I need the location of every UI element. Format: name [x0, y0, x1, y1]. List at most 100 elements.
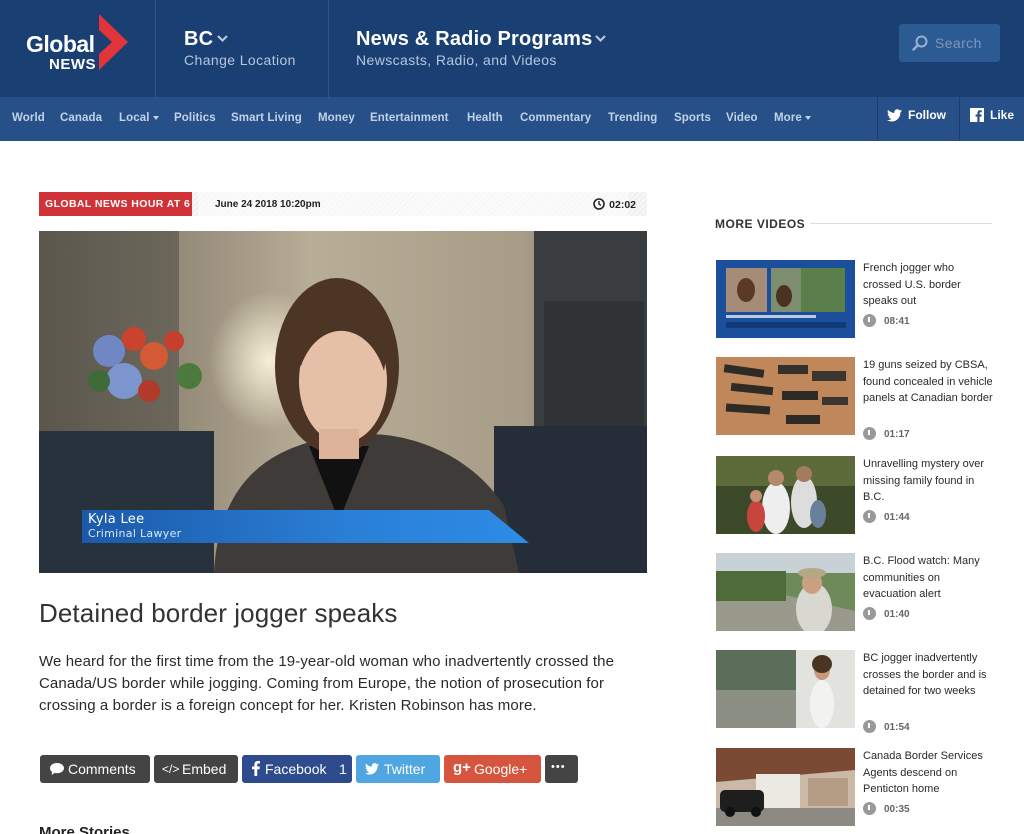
video-card-duration: 01:54: [863, 720, 910, 733]
nav-item-smart-living[interactable]: Smart Living: [231, 112, 302, 124]
more-share-button[interactable]: •••: [545, 755, 578, 783]
video-card[interactable]: Canada Border Services Agents descend on…: [716, 748, 992, 828]
clock-icon: [863, 607, 876, 620]
lower-third-name: Kyla Lee: [88, 512, 145, 527]
video-card-title[interactable]: 19 guns seized by CBSA, found concealed …: [863, 357, 995, 407]
video-card-title[interactable]: Canada Border Services Agents descend on…: [863, 748, 995, 798]
comments-label: Comments: [68, 761, 136, 777]
nav-item-money[interactable]: Money: [318, 112, 355, 124]
video-card-duration: 01:17: [863, 427, 910, 440]
twitter-bird-icon: [887, 109, 902, 122]
embed-icon: </>: [162, 762, 180, 776]
video-card[interactable]: BC jogger inadvertently crosses the bord…: [716, 650, 995, 733]
site-header: Global NEWS BC Change Location News & Ra…: [0, 0, 1024, 97]
article-description: We heard for the first time from the 19-…: [39, 653, 615, 714]
facebook-share-count: 1: [339, 761, 347, 777]
video-card-duration: 01:40: [863, 607, 910, 620]
video-date: June 24 2018 10:20pm: [215, 199, 321, 210]
programs-title: News & Radio Programs: [356, 28, 593, 50]
location-title: BC: [184, 28, 214, 50]
more-stories-heading: More Stories: [39, 824, 130, 834]
video-card-title[interactable]: B.C. Flood watch: Many communities on ev…: [863, 553, 995, 603]
nav-item-sports[interactable]: Sports: [674, 112, 711, 124]
facebook-f-icon: [252, 761, 260, 776]
video-card-duration: 08:41: [863, 314, 910, 327]
video-thumbnail: [716, 260, 855, 338]
video-card-title[interactable]: French jogger who crossed U.S. border sp…: [863, 260, 995, 310]
more-videos-heading: MORE VIDEOS: [715, 217, 806, 231]
lower-third-title: Criminal Lawyer: [88, 527, 182, 540]
search-placeholder: Search: [935, 35, 982, 51]
follow-label: Follow: [908, 108, 946, 122]
embed-button[interactable]: </> Embed: [154, 755, 238, 783]
speech-bubble-icon: [50, 763, 64, 775]
comments-button[interactable]: Comments: [40, 755, 150, 783]
nav-item-world[interactable]: World: [12, 112, 45, 124]
twitter-follow-button[interactable]: Follow: [887, 108, 946, 122]
nav-item-video[interactable]: Video: [726, 112, 758, 124]
caret-down-icon: [804, 116, 811, 120]
video-player[interactable]: Kyla Lee Criminal Lawyer: [39, 231, 647, 573]
twitter-bird-icon: [365, 763, 379, 775]
location-subtitle: Change Location: [184, 52, 296, 68]
nav-item-more[interactable]: More: [774, 112, 811, 124]
nav-item-trending[interactable]: Trending: [608, 112, 657, 124]
global-news-logo[interactable]: Global NEWS: [0, 0, 156, 97]
lower-third: Kyla Lee Criminal Lawyer: [82, 510, 529, 543]
facebook-like-button[interactable]: Like: [970, 108, 1014, 122]
video-thumbnail: [716, 456, 855, 534]
clock-icon: [863, 510, 876, 523]
google-plus-icon: g+: [453, 759, 471, 776]
video-duration-text: 02:02: [609, 199, 636, 211]
google-plus-label: Google+: [474, 761, 528, 777]
video-card[interactable]: 19 guns seized by CBSA, found concealed …: [716, 357, 995, 440]
nav-item-commentary[interactable]: Commentary: [520, 112, 591, 124]
video-card-duration: 01:44: [863, 510, 910, 523]
twitter-label: Twitter: [384, 761, 426, 777]
nav-item-politics[interactable]: Politics: [174, 112, 216, 124]
video-thumbnail: [716, 357, 855, 435]
chevron-down-icon: [595, 35, 606, 43]
video-duration: 02:02: [593, 198, 636, 211]
twitter-share-button[interactable]: Twitter: [356, 755, 440, 783]
search-icon: [912, 35, 928, 51]
programs-selector[interactable]: News & Radio Programs Newscasts, Radio, …: [329, 0, 629, 97]
main-nav: World Canada Local Politics Smart Living…: [0, 97, 1024, 141]
clock-icon: [863, 314, 876, 327]
video-card-title[interactable]: Unravelling mystery over missing family …: [863, 456, 995, 506]
programs-subtitle: Newscasts, Radio, and Videos: [356, 52, 557, 68]
svg-text:NEWS: NEWS: [49, 56, 96, 73]
clock-icon: [593, 198, 605, 210]
facebook-share-button[interactable]: Facebook 1: [242, 755, 352, 783]
facebook-label: Facebook: [265, 761, 327, 777]
video-thumbnail: [716, 748, 855, 826]
nav-item-more-label: More: [774, 112, 802, 124]
clock-icon: [863, 802, 876, 815]
google-plus-share-button[interactable]: g+ Google+: [444, 755, 541, 783]
facebook-f-icon: [970, 108, 984, 122]
caret-down-icon: [152, 116, 159, 120]
nav-item-entertainment[interactable]: Entertainment: [370, 112, 449, 124]
nav-item-health[interactable]: Health: [467, 112, 503, 124]
video-card[interactable]: B.C. Flood watch: Many communities on ev…: [716, 553, 992, 633]
nav-item-canada[interactable]: Canada: [60, 112, 102, 124]
video-thumbnail: [716, 650, 855, 728]
nav-item-local-label: Local: [119, 112, 150, 124]
article-headline: Detained border jogger speaks: [39, 598, 398, 628]
video-card-title[interactable]: BC jogger inadvertently crosses the bord…: [863, 650, 995, 700]
clock-icon: [863, 427, 876, 440]
like-label: Like: [990, 108, 1015, 122]
location-selector[interactable]: BC Change Location: [156, 0, 328, 97]
search-input[interactable]: Search: [899, 24, 1000, 62]
video-thumbnail: [716, 553, 855, 631]
show-badge[interactable]: GLOBAL NEWS HOUR AT 6: [39, 192, 192, 216]
svg-text:Global: Global: [26, 31, 95, 57]
video-card-duration: 00:35: [863, 802, 910, 815]
video-card[interactable]: French jogger who crossed U.S. border sp…: [716, 260, 992, 340]
embed-label: Embed: [182, 761, 227, 777]
nav-item-local[interactable]: Local: [119, 112, 159, 124]
more-dots-icon: •••: [551, 761, 566, 773]
video-card[interactable]: Unravelling mystery over missing family …: [716, 456, 992, 536]
video-meta-bar: GLOBAL NEWS HOUR AT 6 June 24 2018 10:20…: [39, 192, 647, 216]
clock-icon: [863, 720, 876, 733]
